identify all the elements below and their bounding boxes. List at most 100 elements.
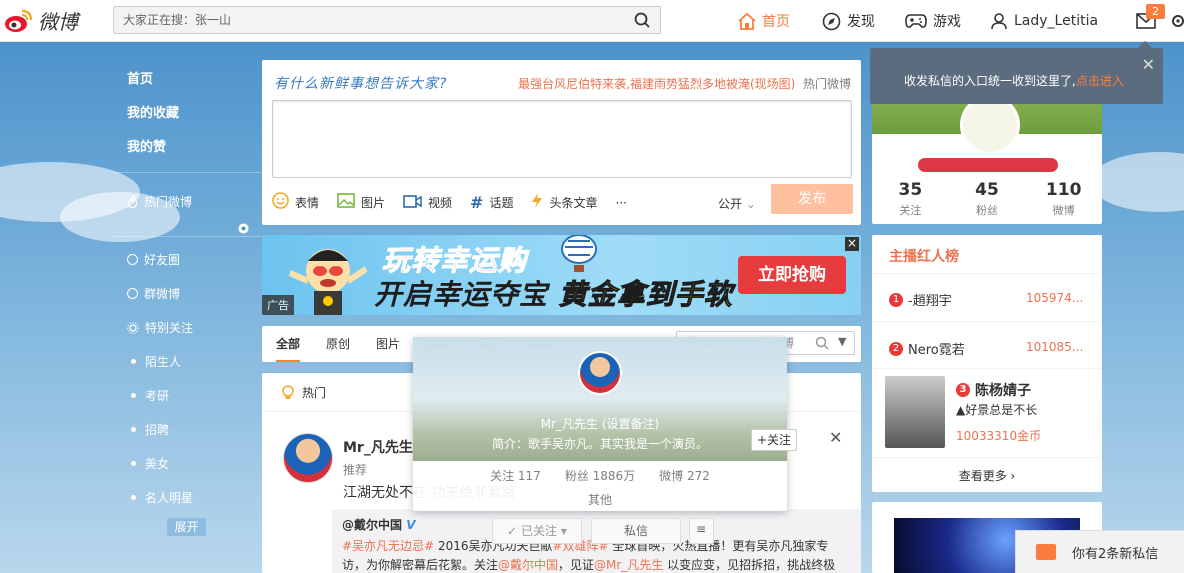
caret-down-icon[interactable]: ▼ — [838, 335, 846, 348]
ranking-item[interactable]: 2 Nero霓若 — [889, 339, 965, 358]
global-search-box — [113, 6, 661, 34]
gear-icon — [1172, 15, 1184, 27]
post-author-name[interactable]: Mr_凡先生 — [343, 440, 413, 456]
search-input[interactable] — [114, 7, 614, 33]
card-follow-button[interactable]: +关注 — [751, 429, 797, 451]
rank-number: 3 — [956, 383, 970, 397]
nav-discover[interactable]: 发现 — [822, 0, 875, 42]
card-following[interactable]: 关注 117 — [490, 467, 541, 484]
ranking-name[interactable]: Nero霓若 — [908, 339, 965, 358]
card-fans[interactable]: 粉丝 1886万 — [565, 467, 635, 484]
card-intro: 简介：歌手吴亦凡。其实我是一个演员。 — [491, 437, 708, 451]
ranking-avatar[interactable] — [885, 376, 945, 448]
fans-count: 45 — [975, 180, 999, 200]
nav-home[interactable]: 首页 — [738, 0, 790, 42]
compose-textarea[interactable] — [272, 100, 852, 178]
search-icon[interactable] — [634, 12, 650, 31]
feed-section-header: 热门 — [282, 384, 326, 401]
ad-buy-button[interactable]: 立即抢购 — [738, 256, 846, 294]
sidebar-item-home[interactable]: 首页 — [127, 68, 153, 87]
ranking-name[interactable]: -趙翔宇 — [908, 290, 952, 309]
sidebar-item-favorites[interactable]: 我的收藏 — [127, 102, 179, 121]
tooltip-link[interactable]: 点击进入 — [1076, 74, 1124, 88]
repost-author-name[interactable]: @戴尔中国 — [342, 518, 402, 532]
sidebar-item-hot[interactable]: 热门微博 — [127, 193, 192, 210]
nav-games[interactable]: 游戏 — [905, 0, 961, 42]
settings-gear[interactable] — [1170, 0, 1184, 42]
more-tool[interactable]: ··· — [615, 196, 626, 210]
ranking-name[interactable]: 陈杨婧子 — [975, 380, 1031, 400]
tab-images[interactable]: 图片 — [376, 326, 400, 362]
ranking-item[interactable]: 1 -趙翔宇 — [889, 290, 952, 309]
new-message-bar[interactable]: 你有2条新私信 — [1015, 530, 1184, 573]
visibility-select[interactable]: 公开 ⌄ — [718, 195, 756, 212]
mention-link[interactable]: @戴尔中国 — [498, 558, 558, 572]
sidebar-item-celebrities[interactable]: 名人明星 — [127, 489, 193, 506]
bulb-icon — [282, 385, 294, 399]
card-username[interactable]: Mr_凡先生 (设置备注) — [413, 415, 787, 432]
sidebar-item-groups[interactable]: 群微博 — [127, 285, 180, 302]
card-close-icon[interactable]: ✕ — [829, 428, 842, 447]
tooltip-message: 收发私信的入口统一收到这里了, — [904, 74, 1076, 88]
topic-link[interactable]: #吴亦凡无边忌# — [342, 539, 434, 553]
sidebar-item-strangers[interactable]: 陌生人 — [127, 353, 181, 370]
tab-original[interactable]: 原创 — [326, 326, 350, 362]
streamer-ranking-panel: 主播红人榜 1 -趙翔宇 105974... 2 Nero霓若 101085... … — [872, 235, 1102, 492]
card-weibo[interactable]: 微博 272 — [659, 467, 710, 484]
message-button[interactable]: 私信 — [591, 518, 681, 544]
hot-topic-text[interactable]: 最强台风尼伯特来袭,福建雨势猛烈多地被淹(现场图) — [518, 77, 795, 91]
topic-tool[interactable]: # 话题 — [470, 193, 513, 212]
profile-fans[interactable]: 45 粉丝 — [949, 180, 1026, 218]
verified-blue-icon: V — [406, 518, 416, 532]
followed-button[interactable]: ✓ 已关注 ▾ — [492, 518, 582, 544]
sidebar-item-beauty[interactable]: 美女 — [127, 455, 169, 472]
sidebar-item-label: 我的赞 — [127, 140, 167, 155]
visibility-label: 公开 — [718, 197, 743, 211]
profile-weibo[interactable]: 110 微博 — [1025, 180, 1102, 218]
sidebar-item-jobs[interactable]: 招聘 — [127, 421, 169, 438]
emoji-tool[interactable]: 表情 — [272, 192, 319, 213]
ranking-value: 105974... — [1026, 291, 1084, 305]
video-tool[interactable]: 视频 — [403, 193, 452, 212]
ranking-item[interactable]: 3 陈杨婧子 — [956, 380, 1031, 400]
image-icon — [337, 193, 355, 212]
publish-button[interactable]: 发布 — [771, 184, 853, 214]
ad-banner[interactable]: 玩转幸运购 开启幸运夺宝 黄金拿到手软 立即抢购 广告 × — [262, 235, 861, 315]
profile-following[interactable]: 35 关注 — [872, 180, 949, 218]
hot-weibo-link[interactable]: 热门微博 — [803, 77, 851, 91]
avatar[interactable] — [283, 433, 333, 483]
video-label: 视频 — [428, 196, 453, 210]
menu-icon: ≡ — [696, 522, 707, 536]
compass-icon — [822, 12, 841, 30]
profile-avatar[interactable] — [960, 95, 1020, 155]
search-icon[interactable] — [815, 336, 829, 353]
tooltip-text: 收发私信的入口统一收到这里了,点击进入 — [904, 72, 1124, 89]
tab-all[interactable]: 全部 — [276, 326, 301, 362]
more-label: ··· — [615, 195, 627, 210]
sidebar-item-friends[interactable]: 好友圈 — [127, 251, 180, 268]
topic-label: 话题 — [489, 196, 514, 210]
card-avatar[interactable] — [578, 351, 622, 395]
mention-link[interactable]: @Mr_凡先生 — [594, 558, 663, 572]
image-tool[interactable]: 图片 — [337, 193, 385, 212]
ad-subline-b: 黄金拿到手软 — [558, 278, 733, 312]
nav-user[interactable]: Lady_Letitia — [990, 0, 1098, 42]
sidebar-item-label: 热门微博 — [144, 195, 193, 209]
user-hover-card: Mr_凡先生 (设置备注) 简介：歌手吴亦凡。其实我是一个演员。 关注 117 … — [413, 337, 787, 511]
sidebar-item-label: 我的收藏 — [127, 106, 180, 121]
article-tool[interactable]: 头条文章 — [531, 192, 597, 213]
close-icon[interactable]: ✕ — [1142, 55, 1155, 74]
compose-panel: 有什么新鲜事想告诉大家? 最强台风尼伯特来袭,福建雨势猛烈多地被淹(现场图) 热… — [262, 60, 861, 225]
weibo-label: 微博 — [1052, 204, 1075, 217]
expand-button[interactable]: 展开 — [167, 518, 206, 536]
nav-discover-label: 发现 — [847, 14, 875, 30]
sidebar-item-special[interactable]: 特别关注 — [127, 319, 193, 336]
ad-close-button[interactable]: × — [845, 237, 859, 251]
repost-author[interactable]: @戴尔中国 V — [342, 516, 416, 533]
hot-topic-link[interactable]: 最强台风尼伯特来袭,福建雨势猛烈多地被淹(现场图) 热门微博 — [518, 75, 851, 92]
sidebar-item-exam[interactable]: 考研 — [127, 387, 169, 404]
sidebar-item-likes[interactable]: 我的赞 — [127, 136, 166, 155]
weibo-logo[interactable]: 微博 — [4, 6, 78, 35]
view-more-link[interactable]: 查看更多 › — [872, 467, 1102, 484]
more-options-button[interactable]: ≡ — [689, 518, 714, 544]
